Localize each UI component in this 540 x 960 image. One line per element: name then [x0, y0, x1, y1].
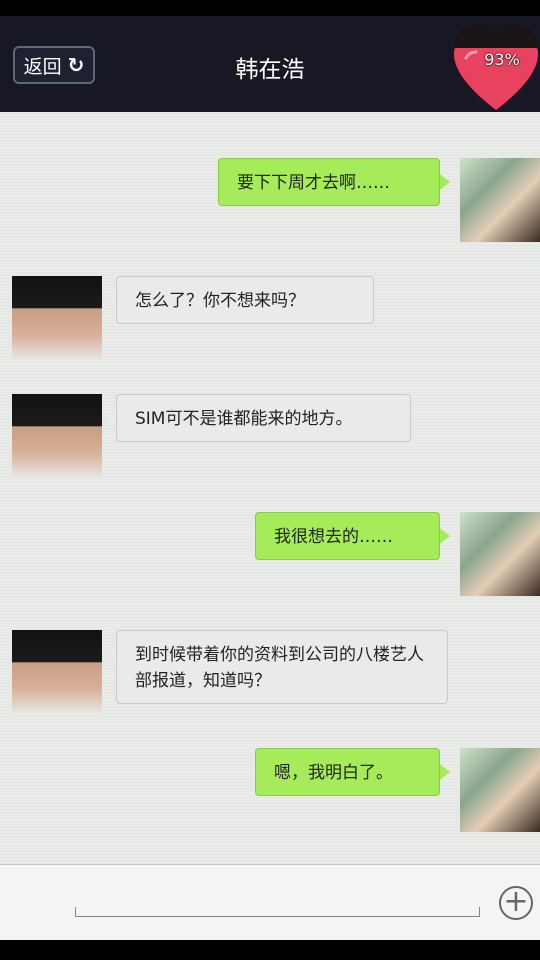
avatar[interactable]	[460, 512, 540, 596]
bubble-tail	[440, 764, 450, 780]
status-bar	[0, 0, 540, 16]
avatar[interactable]	[460, 158, 540, 242]
bubble-tail	[106, 646, 116, 662]
message-text: 要下下周才去啊……	[237, 173, 390, 193]
message-text: 怎么了？你不想来吗？	[135, 291, 305, 311]
header-bar: 返回 ↻ 韩在浩 93%	[0, 16, 540, 112]
bubble-tail	[440, 528, 450, 544]
bubble-tail	[106, 410, 116, 426]
message-text: 到时候带着你的资料到公司的八楼艺人部报道，知道吗？	[135, 645, 424, 691]
plus-icon[interactable]: +	[499, 886, 533, 920]
chat-area[interactable]: 要下下周才去啊…… 怎么了？你不想来吗？ SIM可不是谁都能来的地方。 我很想去…	[0, 112, 540, 864]
avatar[interactable]	[12, 394, 102, 478]
message-bubble[interactable]: 嗯，我明白了。	[255, 748, 440, 796]
message-text: 我很想去的……	[274, 527, 393, 547]
message-bubble[interactable]: 怎么了？你不想来吗？	[116, 276, 374, 324]
avatar[interactable]	[12, 630, 102, 714]
message-bubble[interactable]: SIM可不是谁都能来的地方。	[116, 394, 411, 442]
message-text: 嗯，我明白了。	[274, 763, 393, 783]
affinity-heart: 93%	[452, 18, 540, 114]
affinity-percent: 93%	[484, 50, 520, 69]
input-bar: +	[0, 864, 540, 940]
nav-bar	[0, 940, 540, 960]
avatar[interactable]	[460, 748, 540, 832]
bubble-tail	[106, 292, 116, 308]
bubble-tail	[440, 174, 450, 190]
message-bubble[interactable]: 要下下周才去啊……	[218, 158, 440, 206]
message-bubble[interactable]: 到时候带着你的资料到公司的八楼艺人部报道，知道吗？	[116, 630, 448, 704]
message-input[interactable]	[75, 907, 480, 917]
message-text: SIM可不是谁都能来的地方。	[135, 409, 353, 429]
avatar[interactable]	[12, 276, 102, 360]
message-bubble[interactable]: 我很想去的……	[255, 512, 440, 560]
